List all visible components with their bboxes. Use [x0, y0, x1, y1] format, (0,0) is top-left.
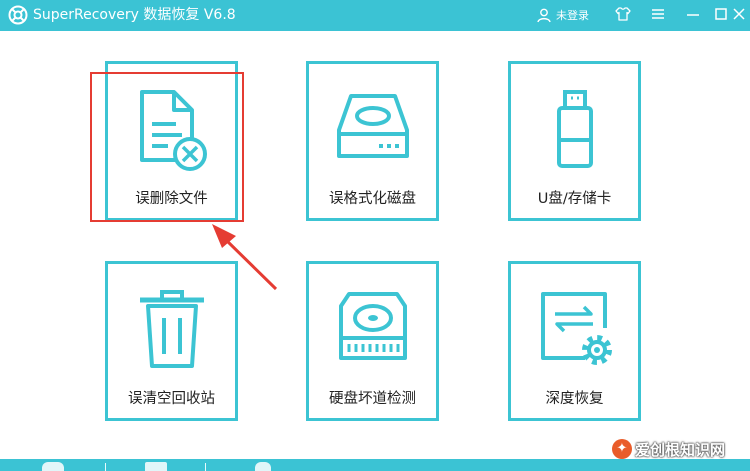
card-formatted-disk[interactable]: 误格式化磁盘: [306, 61, 439, 221]
watermark-text: 爱创根知识网: [635, 440, 726, 459]
login-status[interactable]: 未登录: [536, 5, 589, 25]
card-bad-sector-check[interactable]: 硬盘坏道检测: [306, 261, 439, 421]
card-empty-recycle-bin[interactable]: 误清空回收站: [105, 261, 238, 421]
card-label: U盘/存储卡: [537, 191, 612, 207]
close-icon[interactable]: [728, 3, 750, 25]
trash-bin-icon: [139, 290, 204, 368]
disk-check-icon: [338, 292, 407, 360]
usb-drive-icon: [556, 90, 593, 168]
card-deep-recovery[interactable]: 深度恢复: [508, 261, 641, 421]
globe-icon[interactable]: [42, 462, 64, 471]
user-icon: [537, 8, 551, 23]
divider: [205, 463, 206, 471]
card-label: 误格式化磁盘: [329, 191, 416, 207]
deep-recovery-icon: [540, 292, 612, 365]
minimize-icon[interactable]: [682, 3, 704, 25]
menu-icon[interactable]: [647, 3, 669, 25]
card-label: 误清空回收站: [128, 391, 215, 407]
login-label: 未登录: [556, 9, 589, 22]
card-usb-storage[interactable]: U盘/存储卡: [508, 61, 641, 221]
app-title: SuperRecovery 数据恢复 V6.8: [33, 7, 236, 23]
shirt-skin-icon[interactable]: [612, 3, 634, 25]
function-grid: 误删除文件 误格式化磁盘 U盘/存储卡 误清空回收站 硬盘坏道检测 深度恢复: [0, 31, 750, 459]
deleted-document-icon: [139, 90, 207, 171]
watermark: ✦ 爱创根知识网: [612, 438, 725, 460]
card-label: 误删除文件: [135, 191, 208, 207]
card-deleted-files[interactable]: 误删除文件: [105, 61, 238, 221]
app-logo-icon: [8, 5, 28, 25]
card-label: 深度恢复: [545, 391, 604, 407]
message-icon[interactable]: [145, 462, 167, 471]
database-icon[interactable]: [255, 462, 271, 471]
divider: [105, 463, 106, 471]
watermark-logo-icon: ✦: [612, 439, 632, 459]
bottom-bar: [0, 459, 750, 471]
card-label: 硬盘坏道检测: [329, 391, 416, 407]
hard-drive-icon: [336, 94, 409, 158]
title-bar: SuperRecovery 数据恢复 V6.8 未登录: [0, 0, 750, 31]
